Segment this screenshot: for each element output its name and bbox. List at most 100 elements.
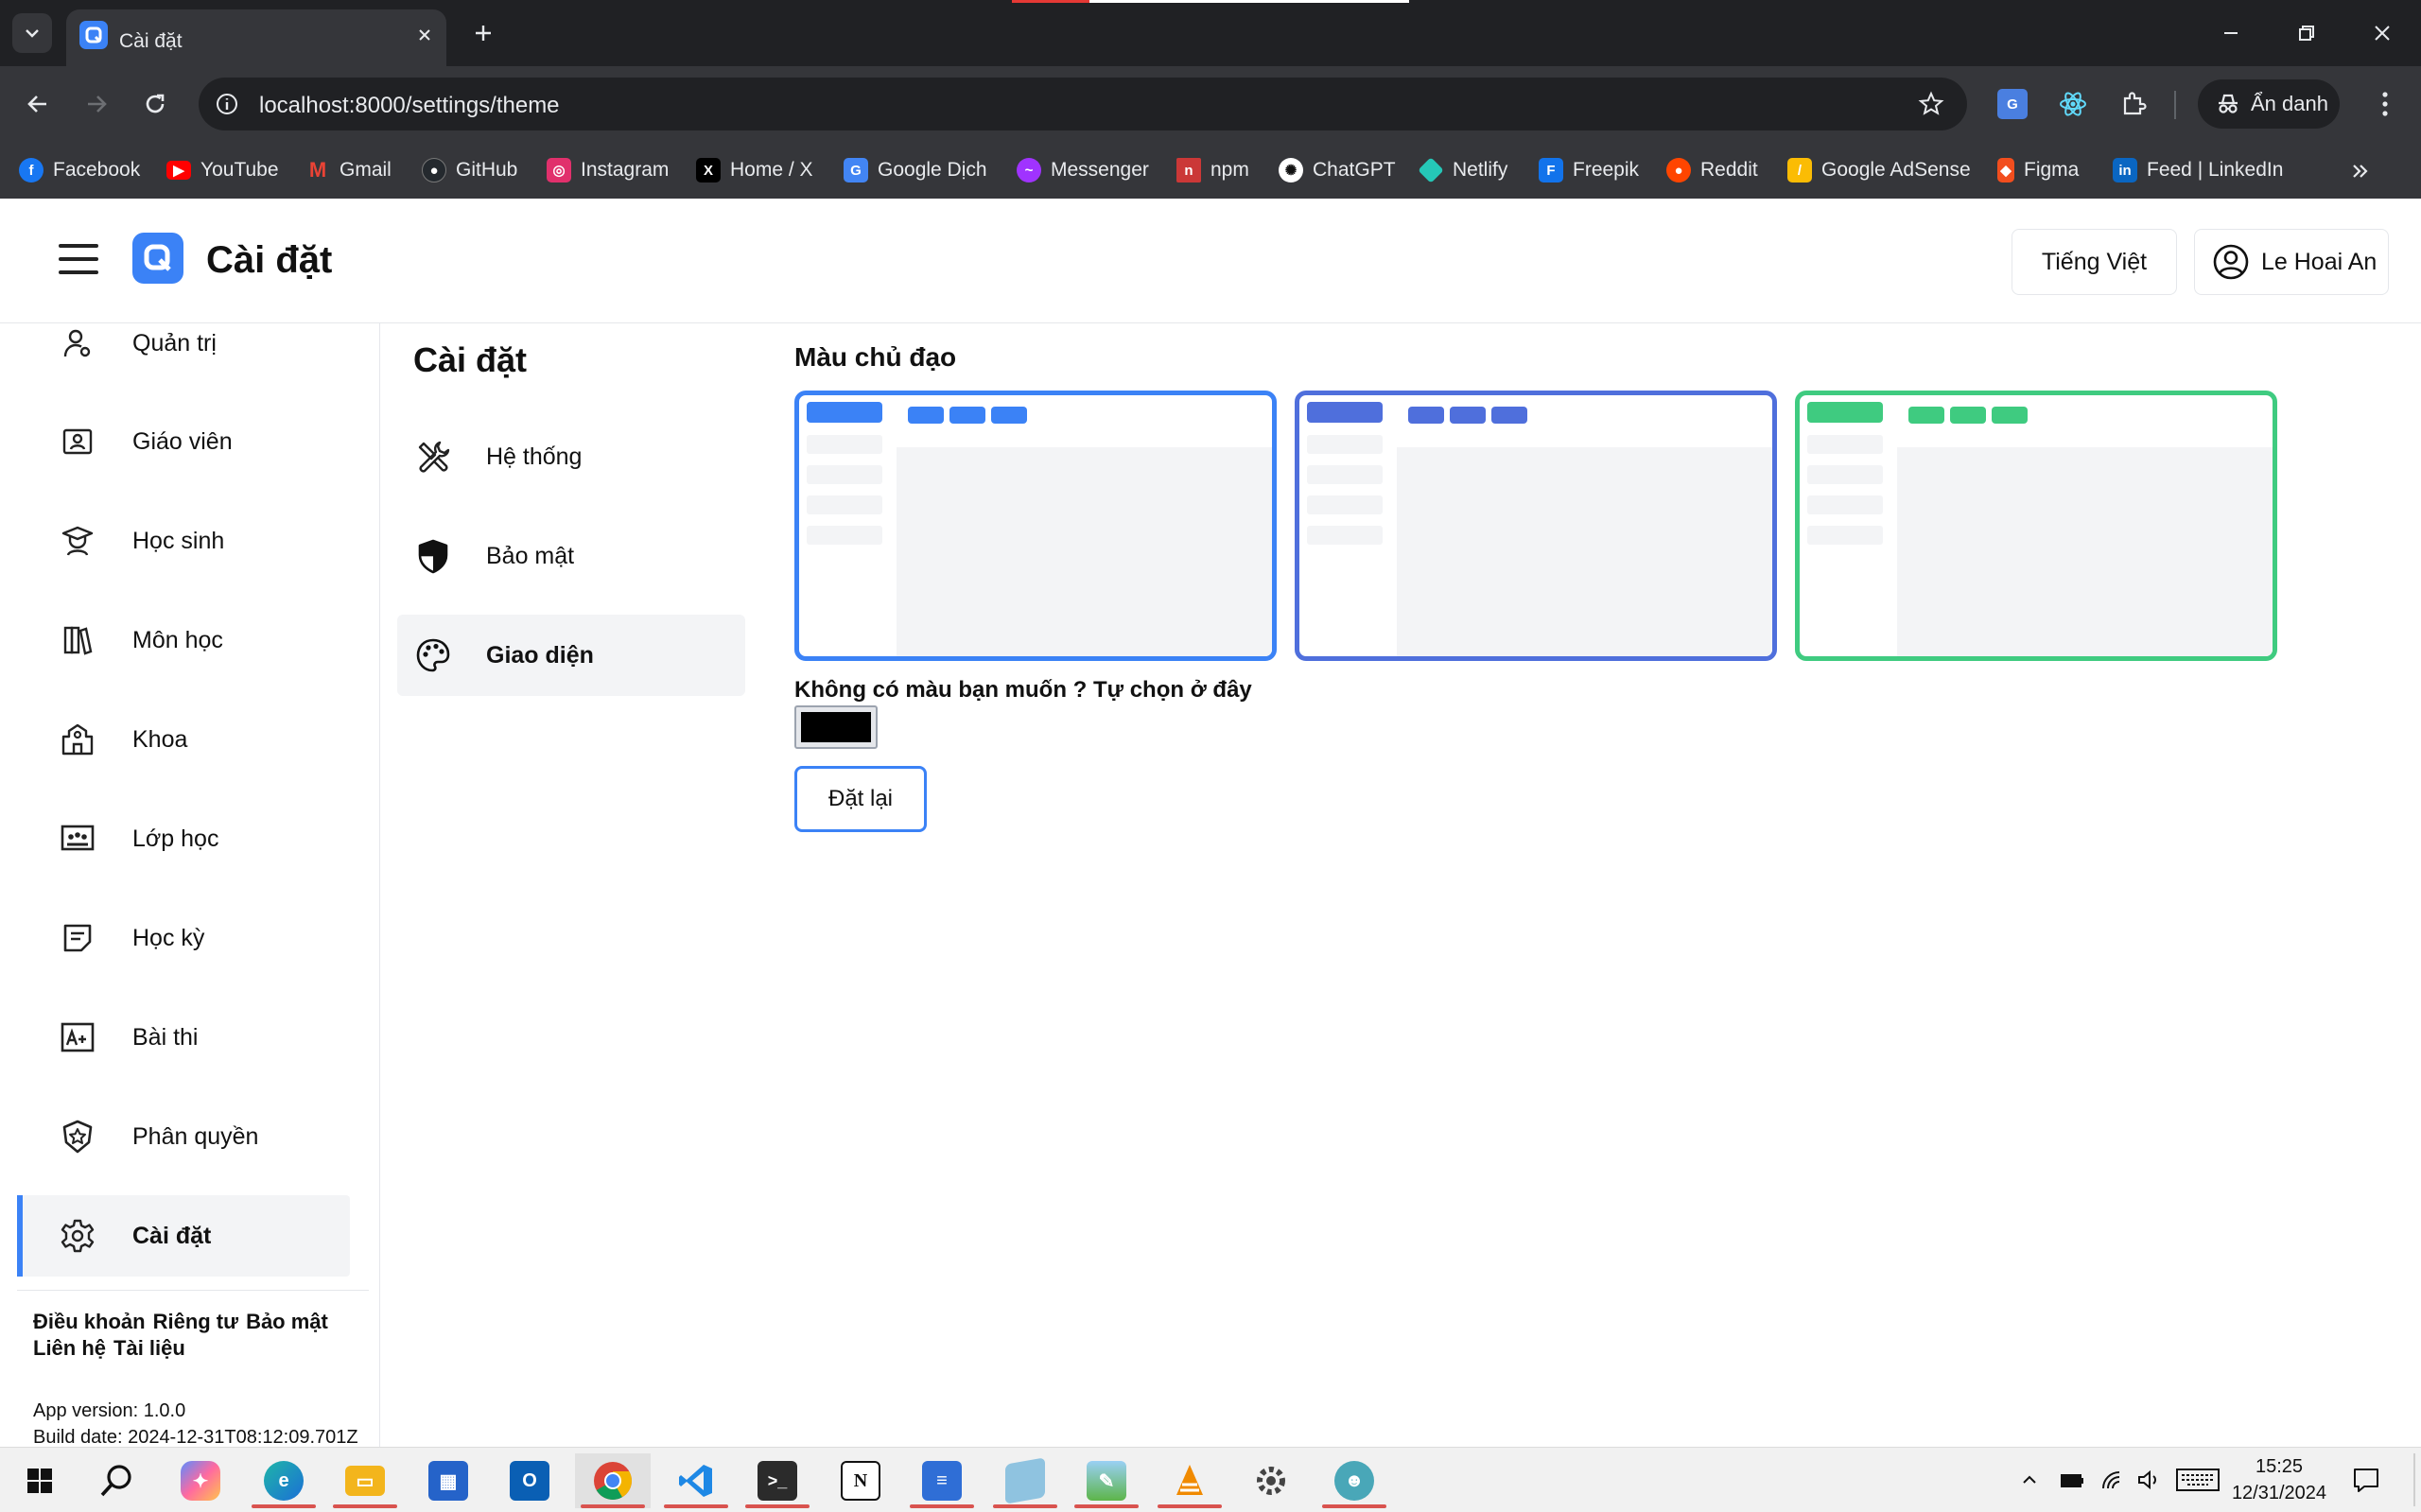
settings-nav-label: Bảo mật — [486, 543, 575, 569]
taskbar-file-explorer[interactable]: ▭ — [327, 1453, 403, 1508]
theme-option-indigo[interactable] — [1295, 391, 1777, 661]
taskbar-app[interactable]: ☻ — [1316, 1453, 1392, 1508]
volume-icon[interactable] — [2134, 1465, 2164, 1495]
start-button[interactable] — [2, 1453, 78, 1508]
taskbar-paint[interactable]: ✎ — [1069, 1453, 1144, 1508]
back-button[interactable] — [17, 83, 59, 125]
incognito-button[interactable]: Ẩn danh — [2198, 79, 2340, 129]
url-text: localhost:8000/settings/theme — [259, 93, 560, 118]
restore-button[interactable] — [2273, 9, 2340, 57]
new-tab-button[interactable] — [467, 17, 499, 49]
tab-title: Cài đặt — [119, 30, 183, 52]
search-icon — [100, 1465, 131, 1497]
netlify-icon — [1418, 157, 1444, 183]
taskbar-vscode[interactable] — [658, 1453, 734, 1508]
bookmark-gmail[interactable]: M Gmail — [305, 153, 392, 187]
footer-link-terms[interactable]: Điều khoản — [33, 1310, 146, 1333]
footer-link-security[interactable]: Bảo mật — [246, 1310, 328, 1333]
close-window-button[interactable] — [2349, 9, 2415, 57]
notification-center-icon[interactable] — [2349, 1463, 2383, 1497]
minimize-button[interactable] — [2198, 9, 2264, 57]
theme-option-blue[interactable] — [794, 391, 1277, 661]
sidebar-item-settings[interactable]: Cài đặt — [17, 1195, 350, 1277]
forward-button[interactable] — [76, 83, 117, 125]
google-translate-extension-icon[interactable]: G — [1990, 81, 2035, 127]
taskbar-notion[interactable]: N — [823, 1453, 898, 1508]
bookmark-adsense[interactable]: / Google AdSense — [1787, 153, 1971, 187]
battery-icon[interactable] — [2058, 1465, 2088, 1495]
wifi-icon[interactable] — [2098, 1465, 2128, 1495]
bookmark-google-translate[interactable]: G Google Dịch — [844, 153, 987, 187]
sidebar-item-semesters[interactable]: Học kỳ — [17, 897, 350, 979]
language-select[interactable]: Tiếng Việt — [2012, 229, 2177, 295]
sidebar-item-exams[interactable]: Bài thi — [17, 997, 350, 1078]
theme-option-green[interactable] — [1795, 391, 2277, 661]
sidebar-item-admin[interactable]: Quản trị — [17, 303, 350, 384]
bookmark-github[interactable]: ● GitHub — [422, 153, 517, 187]
footer-link-privacy[interactable]: Riêng tư — [153, 1310, 238, 1333]
show-desktop[interactable] — [2413, 1453, 2415, 1506]
taskbar-terminal[interactable]: >_ — [740, 1453, 815, 1508]
bookmark-freepik[interactable]: F Freepik — [1539, 153, 1639, 187]
taskbar-settings[interactable] — [1233, 1453, 1309, 1508]
footer-link-docs[interactable]: Tài liệu — [113, 1336, 185, 1360]
bookmark-linkedin[interactable]: in Feed | LinkedIn — [2113, 153, 2283, 187]
preview-content — [1397, 447, 1772, 656]
sidebar-item-students[interactable]: Học sinh — [17, 500, 350, 582]
menu-toggle-icon[interactable] — [57, 240, 100, 278]
bookmark-youtube[interactable]: ▶ YouTube — [166, 153, 279, 187]
sidebar-item-subjects[interactable]: Môn học — [17, 600, 350, 681]
sidebar-item-label: Cài đặt — [132, 1223, 212, 1249]
bookmark-messenger[interactable]: ~ Messenger — [1017, 153, 1149, 187]
system-clock[interactable]: 15:25 12/31/2024 — [2222, 1453, 2336, 1506]
site-info-icon[interactable] — [212, 89, 242, 119]
settings-nav-appearance[interactable]: Giao diện — [397, 615, 745, 696]
reload-button[interactable] — [134, 83, 176, 125]
settings-nav-system[interactable]: Hệ thống — [397, 416, 745, 497]
taskbar-store[interactable]: ▦ — [410, 1453, 486, 1508]
bookmark-instagram[interactable]: ◎ Instagram — [547, 153, 669, 187]
bookmark-figma[interactable]: ◆ Figma — [1997, 153, 2079, 187]
bookmark-chatgpt[interactable]: ✺ ChatGPT — [1279, 153, 1396, 187]
footer-link-contact[interactable]: Liên hệ — [33, 1336, 106, 1360]
taskbar-outlook[interactable]: O — [492, 1453, 567, 1508]
bookmark-star-icon[interactable] — [1916, 89, 1946, 119]
taskbar-vlc[interactable] — [1152, 1453, 1228, 1508]
taskbar-docs[interactable]: ≡ — [904, 1453, 980, 1508]
preview-sidebar-line — [807, 495, 882, 514]
exam-icon — [59, 1018, 96, 1056]
keyboard-icon[interactable] — [2175, 1465, 2221, 1495]
chevron-down-icon — [26, 29, 39, 38]
taskbar-copilot[interactable]: ✦ — [163, 1453, 238, 1508]
tab-search-button[interactable] — [12, 13, 52, 53]
sidebar-item-teachers[interactable]: Giáo viên — [17, 401, 350, 482]
browser-tab-active[interactable]: Cài đặt — [66, 9, 446, 66]
bookmark-x[interactable]: X Home / X — [696, 153, 813, 187]
bookmarks-overflow-icon[interactable] — [2342, 155, 2379, 187]
taskbar-edge[interactable]: e — [246, 1453, 322, 1508]
messenger-icon: ~ — [1017, 158, 1041, 182]
preview-nav-pill — [1491, 407, 1527, 424]
tray-overflow-icon[interactable] — [2014, 1465, 2045, 1495]
custom-color-picker[interactable] — [794, 705, 878, 749]
user-menu-button[interactable]: Le Hoai An — [2194, 229, 2389, 295]
browser-menu-icon[interactable] — [2364, 83, 2406, 125]
bookmark-facebook[interactable]: f Facebook — [19, 153, 140, 187]
terminal-icon: >_ — [758, 1461, 797, 1501]
sidebar-item-faculty[interactable]: Khoa — [17, 699, 350, 780]
react-devtools-extension-icon[interactable] — [2050, 81, 2096, 127]
settings-nav-security[interactable]: Bảo mật — [397, 515, 745, 597]
preview-nav-pill — [1408, 407, 1444, 424]
bookmark-netlify[interactable]: Netlify — [1418, 153, 1507, 187]
sidebar-item-classes[interactable]: Lớp học — [17, 798, 350, 879]
taskbar-chrome[interactable] — [575, 1453, 651, 1508]
tab-close-icon[interactable] — [410, 21, 439, 49]
bookmark-reddit[interactable]: ● Reddit — [1666, 153, 1758, 187]
taskbar-search[interactable] — [79, 1453, 155, 1508]
sidebar-item-permissions[interactable]: Phân quyền — [17, 1096, 350, 1177]
bookmark-npm[interactable]: n npm — [1176, 153, 1249, 187]
taskbar-notes[interactable] — [987, 1453, 1063, 1508]
extensions-puzzle-icon[interactable] — [2111, 81, 2156, 127]
address-bar[interactable]: localhost:8000/settings/theme — [199, 78, 1967, 130]
reset-theme-button[interactable]: Đặt lại — [794, 766, 927, 832]
